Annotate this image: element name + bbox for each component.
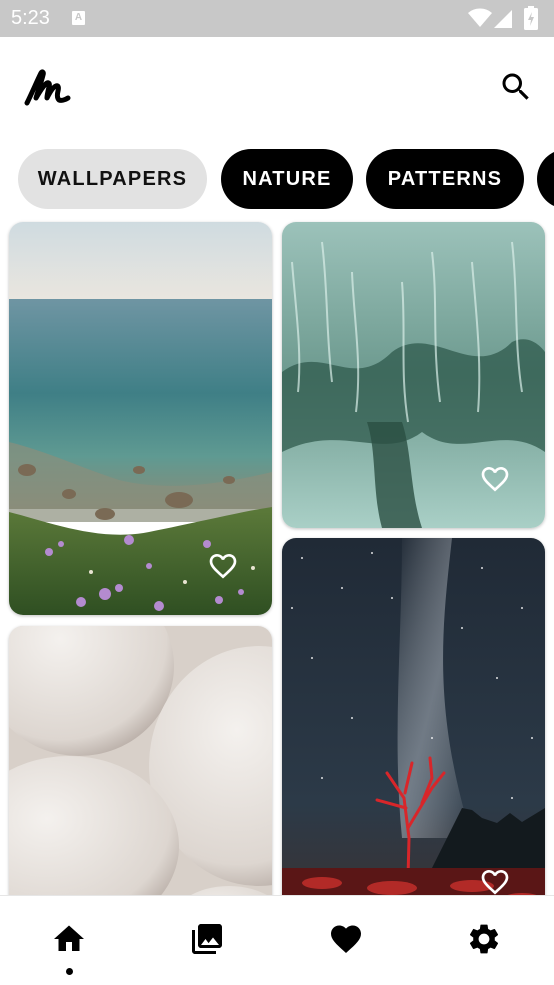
wallpaper-image [282, 538, 545, 895]
chip-label: NATURE [242, 167, 332, 190]
status-bar: 5:23 A [0, 0, 554, 37]
heart-outline-icon[interactable] [478, 463, 512, 495]
gallery-icon[interactable] [189, 921, 225, 957]
chip-more[interactable] [537, 149, 554, 209]
battery-icon [524, 6, 538, 30]
a-letter-icon: A [72, 11, 85, 25]
chip-wallpapers[interactable]: WALLPAPERS [18, 149, 207, 209]
chip-nature[interactable]: NATURE [221, 149, 353, 209]
signature-logo-icon[interactable] [23, 67, 71, 107]
heart-icon[interactable] [328, 921, 364, 957]
chip-label: WALLPAPERS [37, 167, 188, 190]
wallpaper-grid [0, 212, 554, 895]
status-time: 5:23 [11, 7, 50, 29]
chip-patterns[interactable]: PATTERNS [366, 149, 524, 209]
bottom-navigation [0, 895, 554, 985]
chip-label: PATTERNS [387, 167, 503, 190]
wallpaper-card-milky-way[interactable] [282, 538, 545, 895]
home-icon[interactable] [51, 921, 87, 957]
settings-gear-icon[interactable] [466, 921, 502, 957]
top-app-bar [0, 37, 554, 142]
category-chip-row: WALLPAPERS NATURE PATTERNS [0, 148, 554, 210]
signal-icon [494, 10, 512, 28]
wallpaper-card-green-abstract[interactable] [282, 222, 545, 528]
wallpaper-image [9, 626, 272, 895]
active-indicator-dot [66, 968, 73, 975]
search-icon[interactable] [498, 69, 534, 105]
wallpaper-card-spheres[interactable] [9, 626, 272, 895]
heart-outline-icon[interactable] [206, 550, 240, 582]
wallpaper-card-sea[interactable] [9, 222, 272, 615]
heart-outline-icon[interactable] [478, 866, 512, 895]
wifi-icon [468, 8, 492, 27]
